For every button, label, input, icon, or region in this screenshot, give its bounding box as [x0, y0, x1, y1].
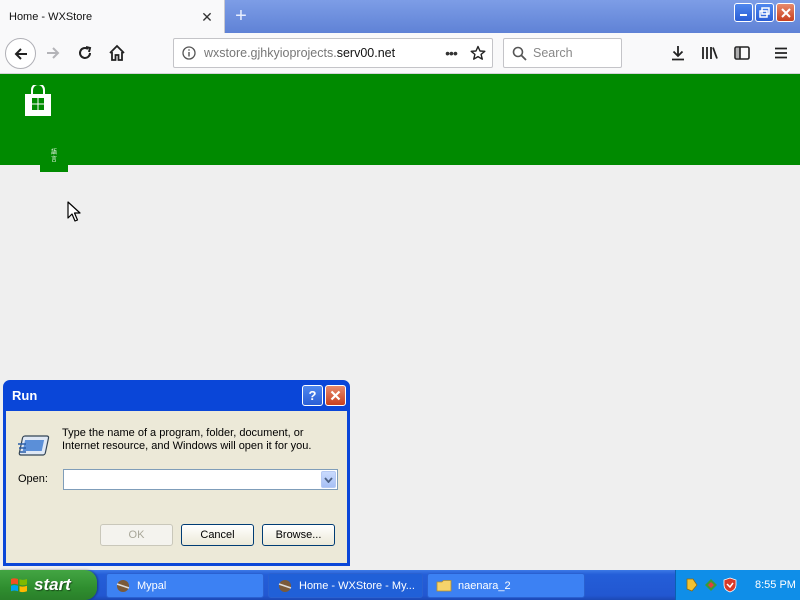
download-icon	[672, 46, 684, 61]
new-tab-button[interactable]: +	[230, 4, 252, 28]
forward-button[interactable]	[42, 42, 64, 64]
close-icon	[330, 390, 341, 401]
minimize-icon	[740, 14, 747, 16]
taskbar-item-label: Mypal	[137, 579, 167, 592]
start-label: start	[34, 575, 71, 594]
taskbar-item-wxstore[interactable]: Home - WXStore - My...	[268, 573, 423, 598]
bookmark-star-icon[interactable]	[464, 45, 492, 61]
tab-home-wxstore[interactable]: Home - WXStore ✕	[0, 0, 225, 33]
url-bar[interactable]: wxstore.gjhkyioprojects.serv00.net •••	[173, 38, 493, 68]
taskbar-item-label: naenara_2	[458, 579, 511, 592]
navigation-toolbar: wxstore.gjhkyioprojects.serv00.net ••• S…	[0, 33, 800, 74]
forward-arrow-icon	[47, 47, 60, 59]
search-placeholder: Search	[533, 46, 573, 60]
tab-title: Home - WXStore	[9, 10, 93, 23]
tray-app-icon[interactable]	[684, 577, 700, 593]
sidebar-icon	[734, 46, 750, 60]
mouse-pointer-icon	[67, 201, 81, 222]
window-controls	[734, 3, 795, 22]
open-label: Open:	[18, 473, 48, 485]
site-info-icon[interactable]	[174, 46, 204, 60]
browser-icon	[116, 579, 130, 592]
downloads-button[interactable]	[667, 42, 689, 64]
start-button[interactable]: start	[0, 570, 97, 600]
search-icon	[512, 46, 527, 61]
menu-button[interactable]	[770, 42, 792, 64]
hamburger-menu-icon	[775, 47, 787, 59]
back-arrow-icon	[14, 47, 27, 60]
taskbar: start Mypal Home - WXStore - My... naena…	[0, 570, 800, 600]
reload-button[interactable]	[74, 42, 96, 64]
maximize-button[interactable]	[755, 3, 774, 22]
close-icon	[780, 7, 791, 18]
library-icon	[702, 47, 718, 59]
sidebar-button[interactable]	[731, 42, 753, 64]
run-dialog: Run ? Type the name of a program, folder…	[3, 380, 350, 566]
run-dialog-body: Type the name of a program, folder, docu…	[6, 411, 347, 563]
tray-network-icon[interactable]	[703, 577, 719, 593]
clock: 8:55 PM	[755, 579, 796, 591]
tab-close-icon[interactable]: ✕	[196, 10, 218, 24]
library-button[interactable]	[699, 42, 721, 64]
run-description: Type the name of a program, folder, docu…	[62, 427, 312, 452]
store-header: 語言	[0, 74, 800, 172]
dialog-close-button[interactable]	[325, 385, 346, 406]
browser-icon	[278, 579, 292, 592]
minimize-button[interactable]	[734, 3, 753, 22]
taskbar-item-mypal[interactable]: Mypal	[106, 573, 264, 598]
store-bag-icon[interactable]	[24, 83, 52, 117]
system-tray: 8:55 PM	[675, 570, 800, 600]
folder-icon	[436, 580, 452, 592]
open-command-input[interactable]	[63, 469, 338, 490]
help-button[interactable]: ?	[302, 385, 323, 406]
run-program-icon	[18, 435, 50, 456]
browse-button[interactable]: Browse...	[262, 524, 335, 546]
taskbar-item-naenara[interactable]: naenara_2	[427, 573, 585, 598]
search-field[interactable]: Search	[503, 38, 622, 68]
url-domain: serv00.net	[336, 46, 396, 60]
cancel-button[interactable]: Cancel	[181, 524, 254, 546]
home-button[interactable]	[106, 42, 128, 64]
taskbar-item-label: Home - WXStore - My...	[299, 579, 415, 592]
browser-title-bar: Home - WXStore ✕ +	[0, 0, 800, 33]
url-prefix: wxstore.gjhkyioprojects.	[204, 46, 337, 60]
run-dialog-title: Run	[12, 388, 38, 403]
back-button[interactable]	[5, 38, 36, 69]
home-icon	[109, 44, 125, 61]
security-shield-icon[interactable]	[722, 577, 738, 593]
language-nav-tile[interactable]: 語言	[40, 146, 68, 172]
close-window-button[interactable]	[776, 3, 795, 22]
language-nav-label: 語言	[50, 149, 57, 163]
reload-icon	[79, 46, 92, 59]
run-dialog-title-bar[interactable]: Run ?	[6, 380, 347, 411]
restore-icon	[759, 7, 770, 18]
ok-button[interactable]: OK	[100, 524, 173, 546]
url-text[interactable]: wxstore.gjhkyioprojects.serv00.net	[204, 46, 438, 60]
windows-logo-icon	[11, 578, 27, 593]
page-actions-icon[interactable]: •••	[438, 45, 464, 61]
dropdown-arrow-icon[interactable]	[321, 471, 336, 488]
